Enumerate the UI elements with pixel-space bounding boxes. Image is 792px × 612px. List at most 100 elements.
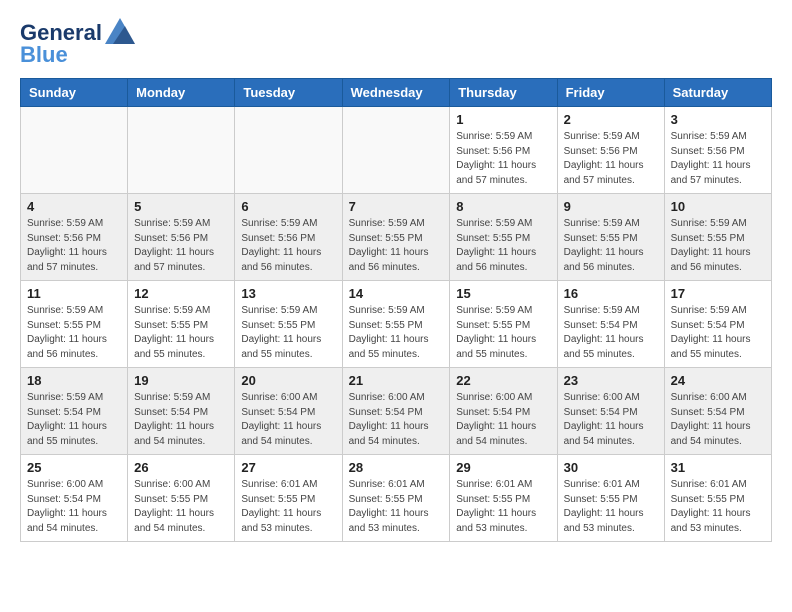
day-number: 4 xyxy=(27,199,121,214)
calendar-cell: 21Sunrise: 6:00 AM Sunset: 5:54 PM Dayli… xyxy=(342,368,450,455)
day-info: Sunrise: 5:59 AM Sunset: 5:56 PM Dayligh… xyxy=(456,130,550,188)
day-number: 24 xyxy=(671,373,765,388)
calendar-cell: 6Sunrise: 5:59 AM Sunset: 5:56 PM Daylig… xyxy=(235,194,342,281)
day-info: Sunrise: 5:59 AM Sunset: 5:56 PM Dayligh… xyxy=(27,217,121,275)
day-info: Sunrise: 5:59 AM Sunset: 5:55 PM Dayligh… xyxy=(456,304,550,362)
day-info: Sunrise: 5:59 AM Sunset: 5:54 PM Dayligh… xyxy=(134,391,228,449)
calendar-table: SundayMondayTuesdayWednesdayThursdayFrid… xyxy=(20,78,772,542)
calendar-cell: 2 Sunrise: 5:59 AM Sunset: 5:56 PM Daylig… xyxy=(557,107,664,194)
day-number: 30 xyxy=(564,460,658,475)
calendar-week-row: 1 Sunrise: 5:59 AM Sunset: 5:56 PM Daylig… xyxy=(21,107,772,194)
day-number: 16 xyxy=(564,286,658,301)
day-number: 10 xyxy=(671,199,765,214)
calendar-cell: 28 Sunrise: 6:01 AM Sunset: 5:55 PM Dayli… xyxy=(342,455,450,542)
day-info: Sunrise: 5:59 AM Sunset: 5:55 PM Dayligh… xyxy=(671,217,765,275)
day-info: Sunrise: 5:59 AM Sunset: 5:55 PM Dayligh… xyxy=(349,217,444,275)
calendar-cell: 14 Sunrise: 5:59 AM Sunset: 5:55 PM Dayli… xyxy=(342,281,450,368)
day-number: 25 xyxy=(27,460,121,475)
calendar-cell: 10 Sunrise: 5:59 AM Sunset: 5:55 PM Dayli… xyxy=(664,194,771,281)
day-info: Sunrise: 5:59 AM Sunset: 5:55 PM Dayligh… xyxy=(456,217,550,275)
day-number: 3 xyxy=(671,112,765,127)
day-info: Sunrise: 6:01 AM Sunset: 5:55 PM Dayligh… xyxy=(241,478,335,536)
day-number: 26 xyxy=(134,460,228,475)
column-header-tuesday: Tuesday xyxy=(235,79,342,107)
column-header-sunday: Sunday xyxy=(21,79,128,107)
calendar-cell: 24Sunrise: 6:00 AM Sunset: 5:54 PM Dayli… xyxy=(664,368,771,455)
day-number: 11 xyxy=(27,286,121,301)
day-info: Sunrise: 6:01 AM Sunset: 5:55 PM Dayligh… xyxy=(349,478,444,536)
calendar-cell: 29 Sunrise: 6:01 AM Sunset: 5:55 PM Dayli… xyxy=(450,455,557,542)
day-info: Sunrise: 5:59 AM Sunset: 5:54 PM Dayligh… xyxy=(564,304,658,362)
day-number: 2 xyxy=(564,112,658,127)
calendar-header-row: SundayMondayTuesdayWednesdayThursdayFrid… xyxy=(21,79,772,107)
day-number: 7 xyxy=(349,199,444,214)
calendar-cell: 9 Sunrise: 5:59 AM Sunset: 5:55 PM Daylig… xyxy=(557,194,664,281)
day-info: Sunrise: 6:00 AM Sunset: 5:54 PM Dayligh… xyxy=(456,391,550,449)
day-number: 28 xyxy=(349,460,444,475)
calendar-cell: 4 Sunrise: 5:59 AM Sunset: 5:56 PM Daylig… xyxy=(21,194,128,281)
day-number: 5 xyxy=(134,199,228,214)
day-number: 20 xyxy=(241,373,335,388)
calendar-cell: 26 Sunrise: 6:00 AM Sunset: 5:55 PM Dayli… xyxy=(128,455,235,542)
day-info: Sunrise: 5:59 AM Sunset: 5:54 PM Dayligh… xyxy=(27,391,121,449)
day-number: 15 xyxy=(456,286,550,301)
day-number: 9 xyxy=(564,199,658,214)
calendar-cell: 27 Sunrise: 6:01 AM Sunset: 5:55 PM Dayli… xyxy=(235,455,342,542)
calendar-cell: 23 Sunrise: 6:00 AM Sunset: 5:54 PM Dayli… xyxy=(557,368,664,455)
column-header-wednesday: Wednesday xyxy=(342,79,450,107)
day-info: Sunrise: 5:59 AM Sunset: 5:56 PM Dayligh… xyxy=(564,130,658,188)
day-number: 31 xyxy=(671,460,765,475)
logo: General Blue xyxy=(20,20,135,68)
day-number: 18 xyxy=(27,373,121,388)
calendar-cell: 5 Sunrise: 5:59 AM Sunset: 5:56 PM Daylig… xyxy=(128,194,235,281)
calendar-cell xyxy=(235,107,342,194)
column-header-monday: Monday xyxy=(128,79,235,107)
logo-icon xyxy=(105,18,135,44)
day-info: Sunrise: 5:59 AM Sunset: 5:55 PM Dayligh… xyxy=(349,304,444,362)
calendar-cell xyxy=(128,107,235,194)
day-number: 13 xyxy=(241,286,335,301)
day-number: 6 xyxy=(241,199,335,214)
day-info: Sunrise: 5:59 AM Sunset: 5:55 PM Dayligh… xyxy=(241,304,335,362)
day-number: 12 xyxy=(134,286,228,301)
calendar-cell: 22Sunrise: 6:00 AM Sunset: 5:54 PM Dayli… xyxy=(450,368,557,455)
calendar-week-row: 18 Sunrise: 5:59 AM Sunset: 5:54 PM Dayli… xyxy=(21,368,772,455)
day-info: Sunrise: 6:00 AM Sunset: 5:54 PM Dayligh… xyxy=(349,391,444,449)
day-number: 17 xyxy=(671,286,765,301)
day-info: Sunrise: 5:59 AM Sunset: 5:56 PM Dayligh… xyxy=(671,130,765,188)
calendar-week-row: 25Sunrise: 6:00 AM Sunset: 5:54 PM Dayli… xyxy=(21,455,772,542)
day-number: 14 xyxy=(349,286,444,301)
day-info: Sunrise: 6:00 AM Sunset: 5:54 PM Dayligh… xyxy=(241,391,335,449)
day-info: Sunrise: 6:01 AM Sunset: 5:55 PM Dayligh… xyxy=(671,478,765,536)
calendar-cell: 7 Sunrise: 5:59 AM Sunset: 5:55 PM Daylig… xyxy=(342,194,450,281)
calendar-cell xyxy=(342,107,450,194)
day-number: 27 xyxy=(241,460,335,475)
day-number: 23 xyxy=(564,373,658,388)
calendar-cell: 8 Sunrise: 5:59 AM Sunset: 5:55 PM Daylig… xyxy=(450,194,557,281)
day-info: Sunrise: 6:01 AM Sunset: 5:55 PM Dayligh… xyxy=(456,478,550,536)
day-number: 29 xyxy=(456,460,550,475)
day-info: Sunrise: 5:59 AM Sunset: 5:55 PM Dayligh… xyxy=(564,217,658,275)
day-number: 8 xyxy=(456,199,550,214)
day-info: Sunrise: 6:00 AM Sunset: 5:54 PM Dayligh… xyxy=(564,391,658,449)
day-info: Sunrise: 5:59 AM Sunset: 5:56 PM Dayligh… xyxy=(134,217,228,275)
calendar-cell: 13 Sunrise: 5:59 AM Sunset: 5:55 PM Dayli… xyxy=(235,281,342,368)
column-header-friday: Friday xyxy=(557,79,664,107)
calendar-cell: 30 Sunrise: 6:01 AM Sunset: 5:55 PM Dayli… xyxy=(557,455,664,542)
calendar-cell: 17 Sunrise: 5:59 AM Sunset: 5:54 PM Dayli… xyxy=(664,281,771,368)
calendar-cell: 1 Sunrise: 5:59 AM Sunset: 5:56 PM Daylig… xyxy=(450,107,557,194)
calendar-cell: 15 Sunrise: 5:59 AM Sunset: 5:55 PM Dayli… xyxy=(450,281,557,368)
column-header-thursday: Thursday xyxy=(450,79,557,107)
column-header-saturday: Saturday xyxy=(664,79,771,107)
day-info: Sunrise: 5:59 AM Sunset: 5:54 PM Dayligh… xyxy=(671,304,765,362)
page-header: General Blue xyxy=(20,20,772,68)
calendar-cell: 20 Sunrise: 6:00 AM Sunset: 5:54 PM Dayli… xyxy=(235,368,342,455)
day-number: 1 xyxy=(456,112,550,127)
calendar-week-row: 4 Sunrise: 5:59 AM Sunset: 5:56 PM Daylig… xyxy=(21,194,772,281)
day-info: Sunrise: 6:00 AM Sunset: 5:55 PM Dayligh… xyxy=(134,478,228,536)
day-number: 19 xyxy=(134,373,228,388)
calendar-cell: 31 Sunrise: 6:01 AM Sunset: 5:55 PM Dayli… xyxy=(664,455,771,542)
day-info: Sunrise: 6:01 AM Sunset: 5:55 PM Dayligh… xyxy=(564,478,658,536)
day-info: Sunrise: 5:59 AM Sunset: 5:55 PM Dayligh… xyxy=(134,304,228,362)
calendar-cell: 25Sunrise: 6:00 AM Sunset: 5:54 PM Dayli… xyxy=(21,455,128,542)
